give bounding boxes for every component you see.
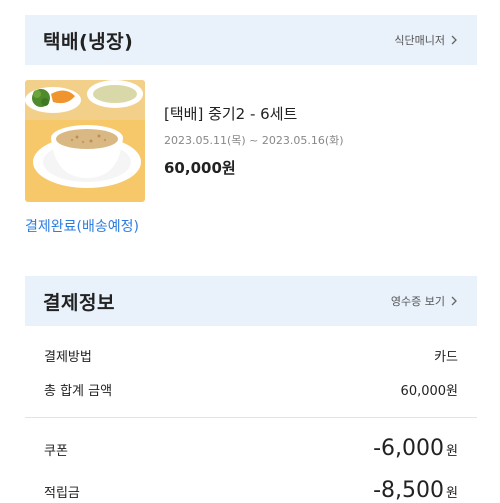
coupon-label: 쿠폰 bbox=[44, 444, 68, 459]
points-unit: 원 bbox=[446, 486, 458, 501]
points-row: 적립금 -8,500 원 bbox=[44, 478, 458, 503]
points-amount: -8,500 bbox=[373, 478, 445, 503]
receipt-label: 영수증 보기 bbox=[390, 295, 445, 308]
diet-manager-label: 식단매니저 bbox=[394, 34, 445, 47]
points-label: 적립금 bbox=[44, 486, 80, 501]
coupon-unit: 원 bbox=[446, 444, 458, 459]
payment-divider bbox=[25, 417, 477, 418]
shipping-section-header: 택배(냉장) 식단매니저 bbox=[25, 15, 477, 65]
coupon-value: -6,000 원 bbox=[373, 436, 458, 461]
total-amount-label: 총 합계 금액 bbox=[44, 384, 113, 399]
product-item[interactable]: [택배] 중기2 - 6세트 2023.05.11(목) ~ 2023.05.1… bbox=[25, 80, 477, 202]
payment-title: 결제정보 bbox=[43, 291, 115, 314]
payment-method-label: 결제방법 bbox=[44, 350, 92, 365]
payment-method-row: 결제방법 카드 bbox=[44, 346, 458, 365]
coupon-amount: -6,000 bbox=[373, 436, 445, 461]
payment-method-value: 카드 bbox=[434, 350, 458, 365]
product-thumbnail bbox=[25, 80, 145, 202]
order-status-link[interactable]: 결제완료(배송예정) bbox=[25, 216, 139, 236]
coupon-row: 쿠폰 -6,000 원 bbox=[44, 436, 458, 461]
points-value: -8,500 원 bbox=[373, 478, 458, 503]
chevron-right-icon bbox=[451, 296, 457, 306]
product-price: 60,000원 bbox=[164, 159, 236, 177]
payment-section-header: 결제정보 영수증 보기 bbox=[25, 276, 477, 326]
total-amount-row: 총 합계 금액 60,000원 bbox=[44, 380, 458, 399]
delivery-date-range: 2023.05.11(목) ~ 2023.05.16(화) bbox=[164, 134, 344, 147]
receipt-link[interactable]: 영수증 보기 bbox=[391, 293, 459, 309]
shipping-title: 택배(냉장) bbox=[43, 30, 134, 53]
product-info: [택배] 중기2 - 6세트 2023.05.11(목) ~ 2023.05.1… bbox=[164, 103, 344, 178]
product-name: [택배] 중기2 - 6세트 bbox=[164, 105, 298, 123]
diet-manager-link[interactable]: 식단매니저 bbox=[394, 32, 459, 48]
porridge-bowl-image bbox=[25, 80, 145, 202]
chevron-right-icon bbox=[451, 35, 457, 45]
section-divider bbox=[0, 247, 500, 257]
total-amount-value: 60,000원 bbox=[400, 384, 458, 399]
